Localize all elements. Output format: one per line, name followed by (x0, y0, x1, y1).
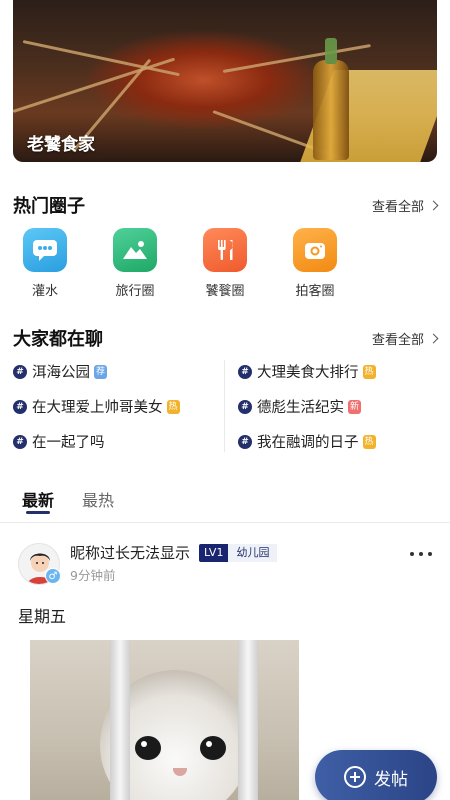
post-author-name[interactable]: 昵称过长无法显示 (70, 542, 190, 563)
see-all-label: 查看全部 (371, 332, 424, 348)
banner-decoration (22, 40, 180, 77)
topic-item[interactable]: # 洱海公园 荐 (13, 361, 108, 382)
circle-label: 拍客圈 (295, 284, 335, 299)
more-options-icon[interactable] (410, 549, 432, 559)
tab-hottest[interactable]: 最热 (82, 487, 114, 511)
topic-badge: 热 (362, 434, 376, 449)
user-level-badge: LV1 幼儿园 (199, 544, 278, 562)
image-content (110, 640, 130, 800)
see-all-circles-link[interactable]: 查看全部 (371, 196, 439, 215)
post-image[interactable] (30, 640, 299, 800)
chevron-right-icon (428, 200, 439, 210)
plus-icon (344, 766, 366, 788)
topic-text: 在一起了吗 (32, 435, 105, 451)
banner-decoration (13, 57, 176, 113)
hashtag-icon: # (13, 399, 27, 414)
topic-badge: 荐 (94, 364, 108, 379)
hashtag-icon: # (13, 364, 27, 379)
chevron-right-icon (428, 333, 439, 343)
hashtag-icon: # (238, 399, 252, 414)
landscape-icon (113, 228, 157, 272)
topic-item[interactable]: # 在大理爱上帅哥美女 热 (13, 396, 180, 417)
image-content (200, 736, 226, 760)
section-title: 大家都在聊 (13, 329, 103, 350)
fork-knife-icon (203, 228, 247, 272)
topic-text: 洱海公园 (32, 365, 90, 381)
see-all-label: 查看全部 (371, 199, 424, 215)
topic-badge: 热 (362, 364, 376, 379)
circle-item-guanshui[interactable]: 灌水 (10, 228, 80, 299)
circle-item-foodie[interactable]: 饕餮圈 (190, 228, 260, 299)
see-all-topics-link[interactable]: 查看全部 (371, 329, 439, 348)
tab-latest[interactable]: 最新 (22, 487, 54, 511)
topic-grid: # 洱海公园 荐 # 大理美食大排行 热 # 在大理爱上帅哥美女 热 # 德彪生… (13, 360, 437, 456)
circle-item-photo[interactable]: 拍客圈 (280, 228, 350, 299)
male-gender-icon: ♂ (45, 568, 61, 584)
hashtag-icon: # (238, 434, 252, 449)
topic-text: 大理美食大排行 (257, 365, 359, 381)
topic-item[interactable]: # 在一起了吗 (13, 431, 105, 452)
topic-item[interactable]: # 我在融调的日子 热 (238, 431, 376, 452)
banner-decoration (313, 38, 349, 160)
trending-header: 大家都在聊 查看全部 (13, 325, 439, 351)
circle-label: 旅行圈 (115, 284, 155, 299)
column-divider (224, 360, 225, 452)
circle-label: 灌水 (31, 284, 58, 299)
hashtag-icon: # (13, 434, 27, 449)
active-tab-indicator (26, 511, 50, 514)
chat-bubble-icon (23, 228, 67, 272)
banner-title: 老饕食家 (27, 135, 95, 155)
topic-text: 德彪生活纪实 (257, 400, 344, 416)
image-content (135, 736, 161, 760)
section-title: 热门圈子 (13, 196, 85, 217)
hot-circles-header: 热门圈子 查看全部 (13, 192, 439, 218)
camera-icon (293, 228, 337, 272)
post-content[interactable]: 星期五 (18, 603, 66, 627)
image-content (238, 640, 258, 800)
circle-item-travel[interactable]: 旅行圈 (100, 228, 170, 299)
topic-text: 我在融调的日子 (257, 435, 359, 451)
new-post-label: 发帖 (374, 769, 408, 790)
new-post-button[interactable]: 发帖 (315, 750, 437, 800)
topic-badge: 热 (166, 399, 180, 414)
post-timestamp: 9分钟前 (70, 568, 116, 583)
topic-item[interactable]: # 德彪生活纪实 新 (238, 396, 362, 417)
divider (0, 522, 450, 523)
circle-label: 饕餮圈 (205, 284, 245, 299)
level-number: LV1 (199, 544, 229, 562)
level-title: 幼儿园 (228, 544, 278, 562)
topic-text: 在大理爱上帅哥美女 (32, 400, 163, 416)
topic-badge: 新 (348, 399, 362, 414)
topic-item[interactable]: # 大理美食大排行 热 (238, 361, 376, 382)
hashtag-icon: # (238, 364, 252, 379)
